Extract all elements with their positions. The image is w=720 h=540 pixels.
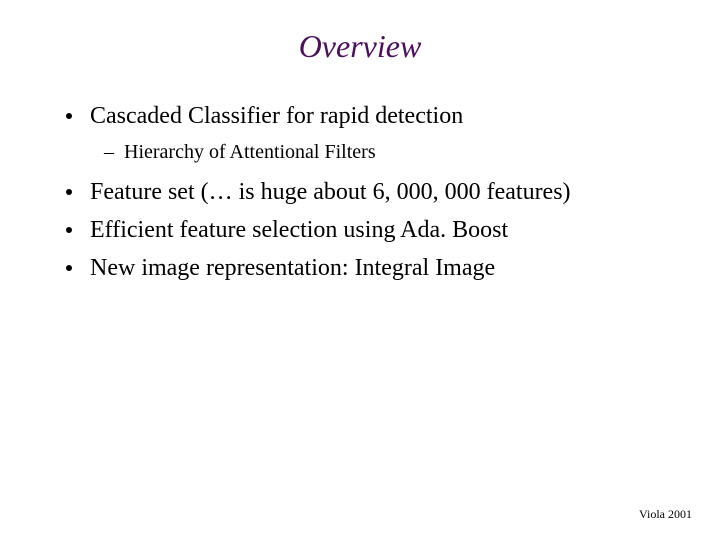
bullet-item: New image representation: Integral Image bbox=[66, 253, 680, 283]
bullet-dot-icon bbox=[66, 265, 72, 271]
bullet-item: Efficient feature selection using Ada. B… bbox=[66, 215, 680, 245]
bullet-dot-icon bbox=[66, 113, 72, 119]
bullet-dot-icon bbox=[66, 189, 72, 195]
bullet-text: Feature set (… is huge about 6, 000, 000… bbox=[90, 177, 571, 207]
bullet-dot-icon bbox=[66, 227, 72, 233]
bullet-item: Cascaded Classifier for rapid detection bbox=[66, 101, 680, 131]
slide-content: Cascaded Classifier for rapid detection … bbox=[0, 101, 720, 283]
bullet-text: New image representation: Integral Image bbox=[90, 253, 495, 283]
bullet-item: Feature set (… is huge about 6, 000, 000… bbox=[66, 177, 680, 207]
slide-title: Overview bbox=[0, 28, 720, 65]
bullet-text: Cascaded Classifier for rapid detection bbox=[90, 101, 463, 131]
bullet-sub-item: – Hierarchy of Attentional Filters bbox=[104, 139, 680, 165]
slide: Overview Cascaded Classifier for rapid d… bbox=[0, 0, 720, 540]
bullet-text: Hierarchy of Attentional Filters bbox=[124, 139, 376, 165]
footer-citation: Viola 2001 bbox=[639, 507, 692, 522]
bullet-dash-icon: – bbox=[104, 139, 114, 165]
bullet-text: Efficient feature selection using Ada. B… bbox=[90, 215, 508, 245]
